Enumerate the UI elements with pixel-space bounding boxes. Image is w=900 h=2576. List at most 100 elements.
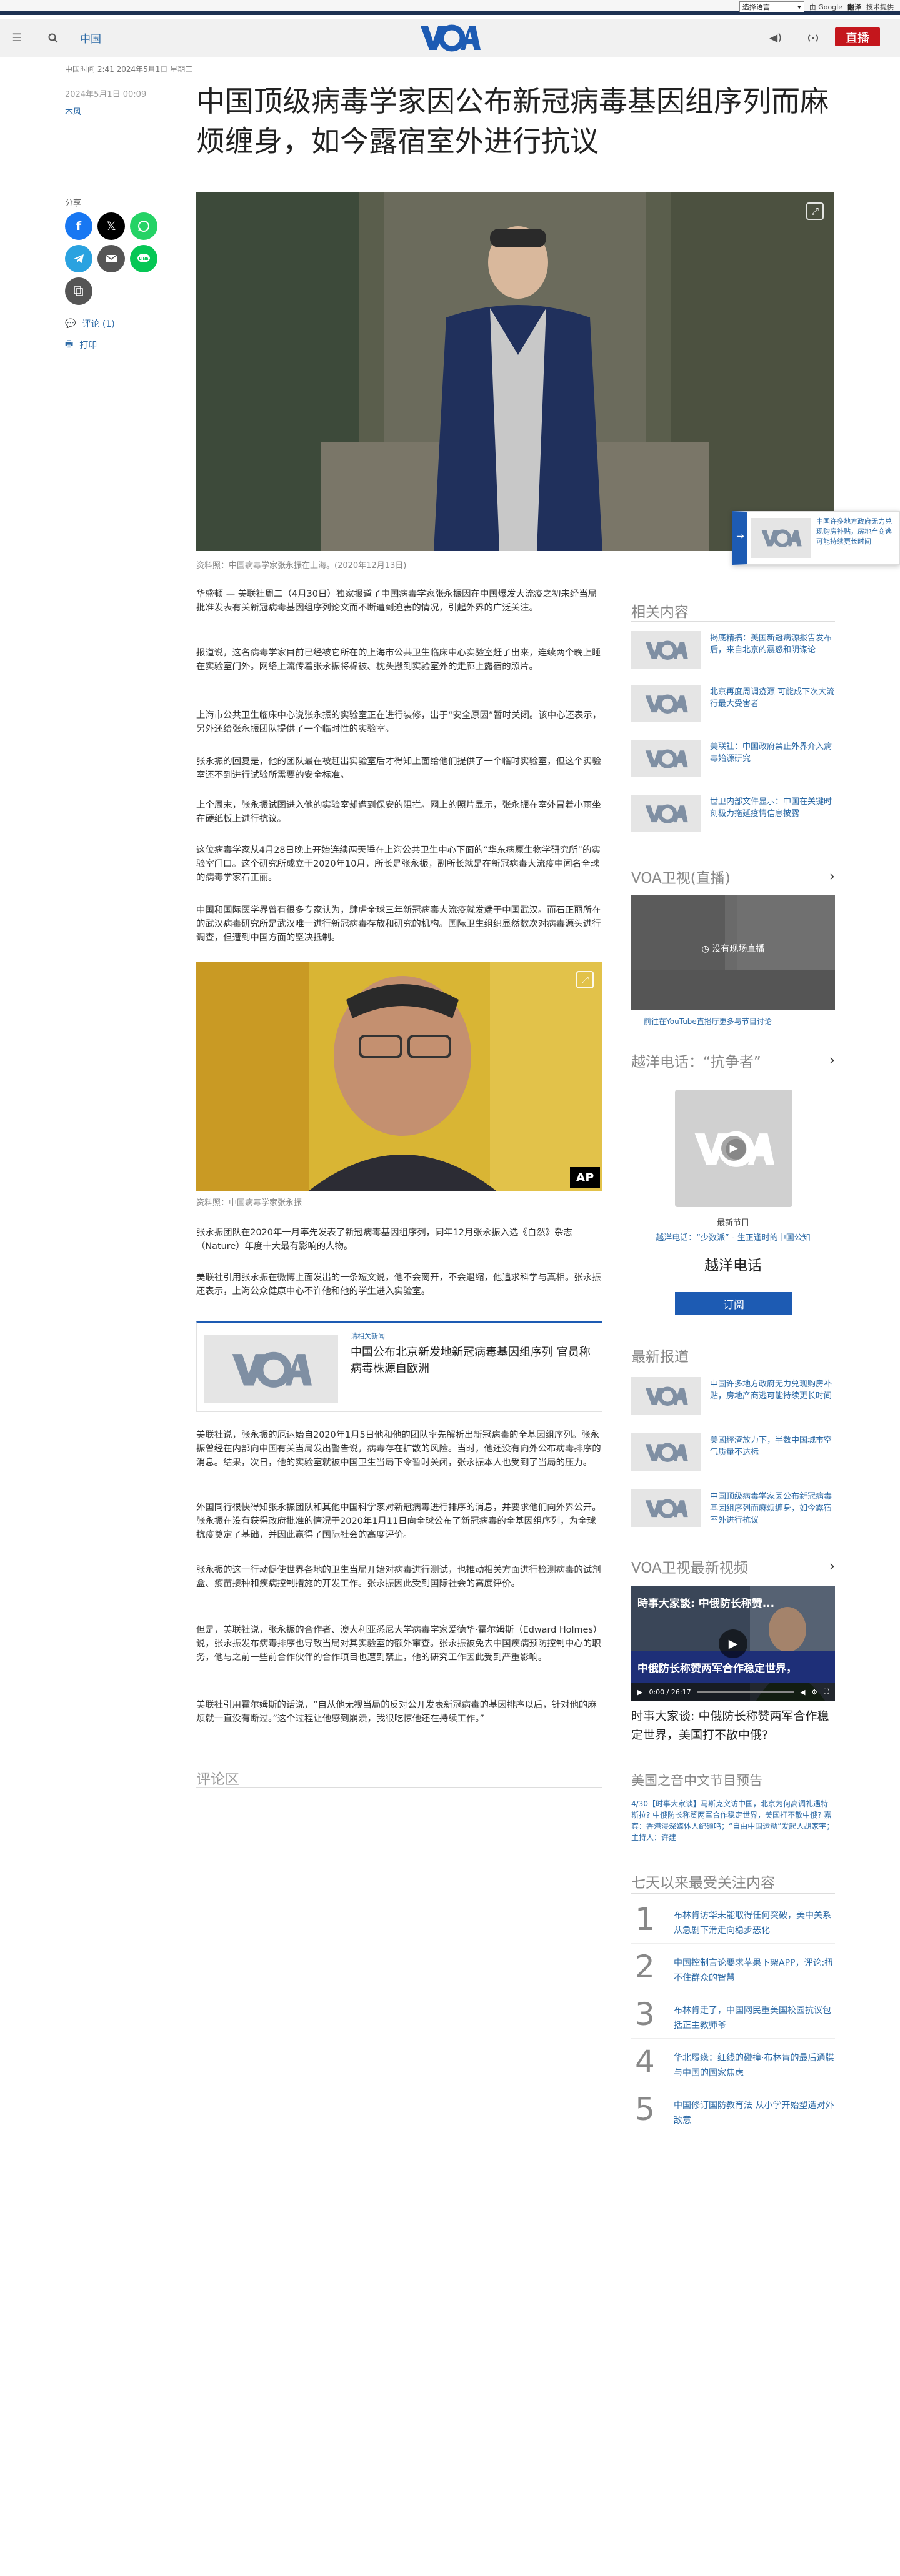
- body-paragraph: 但是，美联社说，张永振的合作者、澳大利亚悉尼大学病毒学家爱德华·霍尔姆斯（Edw…: [196, 1625, 602, 1663]
- inline-related-card[interactable]: 请相关新闻 中国公布北京新发地新冠病毒基因组序列 官员称病毒株源自欧洲: [196, 1321, 602, 1412]
- play-icon[interactable]: ▶: [721, 1136, 746, 1161]
- seek-bar[interactable]: [697, 1691, 794, 1693]
- rank-number: 3: [635, 1996, 655, 2032]
- print-icon: 🖶: [65, 339, 74, 349]
- popular-item-title: 华北履缘：红线的碰撞·布林肯的最后通牒与中国的国家焦虑: [674, 2053, 834, 2078]
- popular-item[interactable]: 3 布林肯走了，中国网民重美国校园抗议包括正主教师爷: [631, 1997, 835, 2034]
- related-thumbnail: [204, 1335, 338, 1403]
- popular-item-title: 中国控制言论要求苹果下架APP，评论:扭不住群众的智慧: [674, 1958, 834, 1983]
- rank-number: 4: [635, 2044, 655, 2080]
- next-article-thumbnail: [751, 518, 811, 558]
- related-item[interactable]: 北京再度周调疫源 可能成下次大流行最大受害者: [631, 685, 835, 727]
- radio-show-title[interactable]: 越洋电话：“抗争者” ›: [631, 1050, 835, 1071]
- body-paragraph: 美联社引用张永振在微博上面发出的一条短文说，他不会离开，不会退缩，他追求科学与真…: [196, 1273, 601, 1296]
- email-share-icon[interactable]: [98, 245, 125, 272]
- video-controls: ▶ 0:00 / 26:17 ◀ ⚙ ⛶: [631, 1683, 835, 1701]
- gear-icon[interactable]: ⚙: [811, 1688, 818, 1696]
- share-label: 分享: [65, 199, 82, 208]
- radio-name: 越洋电话: [704, 1258, 762, 1274]
- related-item[interactable]: 世卫内部文件显示：中国在关键时刻极力拖延疫情信息披露: [631, 795, 835, 837]
- related-thumbnail: [631, 795, 701, 832]
- chevron-right-icon: ›: [829, 1052, 835, 1068]
- divider: [631, 1893, 835, 1894]
- print-link[interactable]: 🖶 打印: [65, 337, 97, 352]
- svg-text:LINE: LINE: [139, 257, 148, 261]
- rank-number: 2: [635, 1949, 655, 1985]
- facebook-share-icon[interactable]: f: [65, 212, 92, 240]
- x-share-icon[interactable]: 𝕏: [98, 212, 125, 240]
- related-item[interactable]: 揭底精搞：美国新冠病源报告发布后，来自北京的震怒和阴谋论: [631, 631, 835, 674]
- play-icon[interactable]: ▶: [638, 1688, 642, 1696]
- latest-video-title-label: VOA卫视最新视频: [631, 1560, 748, 1576]
- related-item[interactable]: 美联社：中国政府禁止外界介入病毒始源研究: [631, 740, 835, 782]
- latest-item[interactable]: 中国许多地方政府无力兑现购房补贴，房地产商逃可能持续更长时间: [631, 1377, 835, 1420]
- youtube-live-link[interactable]: 前往在YouTube直播厅更多与节目讨论: [644, 1016, 772, 1027]
- language-select[interactable]: 选择语言 ▾: [739, 1, 804, 12]
- top-strip: 选择语言 ▾ 由 Google 翻译 技术提供: [0, 0, 900, 15]
- latest-video-player[interactable]: 時事大家談: 中俄防长称赞... 中俄防长称赞两军合作稳定世界， ▶ ▶ 0:0…: [631, 1586, 835, 1701]
- body-paragraph: 华盛顿 — 美联社周二（4月30日）独家报道了中国病毒学家张永振因在中国爆发大流…: [196, 589, 598, 613]
- copy-link-icon[interactable]: [65, 277, 92, 305]
- telegram-share-icon[interactable]: [65, 245, 92, 272]
- radio-episode-link[interactable]: 越洋电话：“少数派” - 生正逢时的中国公知: [631, 1231, 835, 1243]
- subscribe-button[interactable]: 订阅: [675, 1292, 792, 1315]
- volume-icon[interactable]: ◀︎): [768, 30, 784, 46]
- live-button[interactable]: 直播: [835, 27, 880, 46]
- radio-latest-label: 最新节目: [716, 1218, 749, 1228]
- live-video-player[interactable]: ◷ 没有现场直播: [631, 895, 835, 1010]
- related-thumbnail: [631, 631, 701, 669]
- live-status-label: 没有现场直播: [712, 944, 765, 954]
- menu-icon[interactable]: ☰: [9, 30, 25, 46]
- lead-photo-caption: 资料照：中国病毒学家张永振在上海。(2020年12月13日): [196, 561, 407, 570]
- line-share-icon[interactable]: LINE: [130, 245, 158, 272]
- popular-item-title: 中国修订国防教育法 从小学开始塑造对外敌意: [674, 2101, 834, 2126]
- voa-logo[interactable]: [419, 22, 481, 52]
- fullscreen-icon[interactable]: ⛶: [824, 1688, 829, 1696]
- body-paragraph: 上海市公共卫生临床中心说张永振的实验室正在进行装修，出于“安全原因”暂时关闭。该…: [196, 710, 602, 734]
- radio-cover[interactable]: ▶: [675, 1090, 792, 1207]
- latest-item[interactable]: 美國經濟放力下，半数中国城市空气质量不达标: [631, 1433, 835, 1476]
- expand-icon[interactable]: ⤢: [576, 971, 594, 988]
- play-icon[interactable]: ▶: [719, 1629, 748, 1658]
- live-tv-title[interactable]: VOA卫视(直播) ›: [631, 866, 835, 887]
- radio-icon[interactable]: [805, 30, 821, 46]
- lead-photo-image: [196, 192, 834, 551]
- body-paragraph: 外国同行很快得知张永振团队和其他中国科学家对新冠病毒进行排序的消息，并要求他们向…: [196, 1503, 601, 1540]
- print-link-label: 打印: [79, 341, 98, 351]
- volume-icon[interactable]: ◀: [800, 1688, 805, 1696]
- popular-item-title: 布林肯访华未能取得任何突破，美中关系从急剧下滑走向稳步恶化: [674, 1911, 831, 1936]
- author-link[interactable]: 木风: [65, 105, 81, 117]
- chevron-down-icon: ▾: [798, 2, 801, 11]
- latest-item[interactable]: 中国顶级病毒学家因公布新冠病毒基因组序列而麻烦缠身，如今露宿室外进行抗议: [631, 1489, 835, 1532]
- popular-item[interactable]: 2 中国控制言论要求苹果下架APP，评论:扭不住群众的智慧: [631, 1949, 835, 1987]
- latest-thumbnail: [631, 1433, 701, 1471]
- divider: [631, 2038, 835, 2039]
- comments-link[interactable]: 💬 评论 (1): [65, 317, 115, 330]
- schedule-text[interactable]: 4/30【时事大家谈】马斯克突访中国，北京为何高调礼遇特斯拉? 中俄防长称赞两军…: [631, 1798, 835, 1843]
- lead-photo[interactable]: ⤢: [196, 192, 834, 551]
- latest-video-title[interactable]: VOA卫视最新视频 ›: [631, 1556, 835, 1577]
- related-thumbnail: [631, 685, 701, 722]
- search-icon[interactable]: [45, 30, 61, 46]
- related-title: 中国公布北京新发地新冠病毒基因组序列 官员称病毒株源自欧洲: [351, 1346, 591, 1375]
- divider: [631, 621, 835, 622]
- popular-item[interactable]: 5 中国修订国防教育法 从小学开始塑造对外敌意: [631, 2092, 835, 2129]
- next-article-card[interactable]: → 中国许多地方政府无力兑现购房补贴，房地产商逃可能持续更长时间: [732, 511, 900, 565]
- section-link-china[interactable]: 中国: [80, 30, 101, 46]
- related-content-title-label: 相关内容: [631, 604, 689, 620]
- whatsapp-share-icon[interactable]: [130, 212, 158, 240]
- popular-item[interactable]: 1 布林肯访华未能取得任何突破，美中关系从急剧下滑走向稳步恶化: [631, 1902, 835, 1939]
- inline-photo[interactable]: ⤢ AP: [196, 962, 602, 1191]
- related-thumbnail: [631, 740, 701, 777]
- divider: [196, 1787, 602, 1788]
- popular-item[interactable]: 4 华北履缘：红线的碰撞·布林肯的最后通牒与中国的国家焦虑: [631, 2044, 835, 2082]
- powered-by-label: 由 Google: [809, 3, 842, 11]
- latest-reports-title-label: 最新报道: [631, 1349, 689, 1365]
- expand-icon[interactable]: ⤢: [806, 202, 824, 220]
- divider: [631, 1943, 835, 1944]
- latest-item-title: 美國經濟放力下，半数中国城市空气质量不达标: [710, 1436, 832, 1457]
- body-paragraph: 美联社说，张永振的厄运始自2020年1月5日他和他的团队率先解析出新冠病毒的全基…: [196, 1430, 601, 1468]
- chevron-right-icon: ›: [829, 868, 835, 885]
- latest-video-caption[interactable]: 时事大家谈: 中俄防长称赞两军合作稳定世界，美国打不散中俄?: [631, 1707, 835, 1744]
- arrow-right-icon: →: [736, 530, 744, 542]
